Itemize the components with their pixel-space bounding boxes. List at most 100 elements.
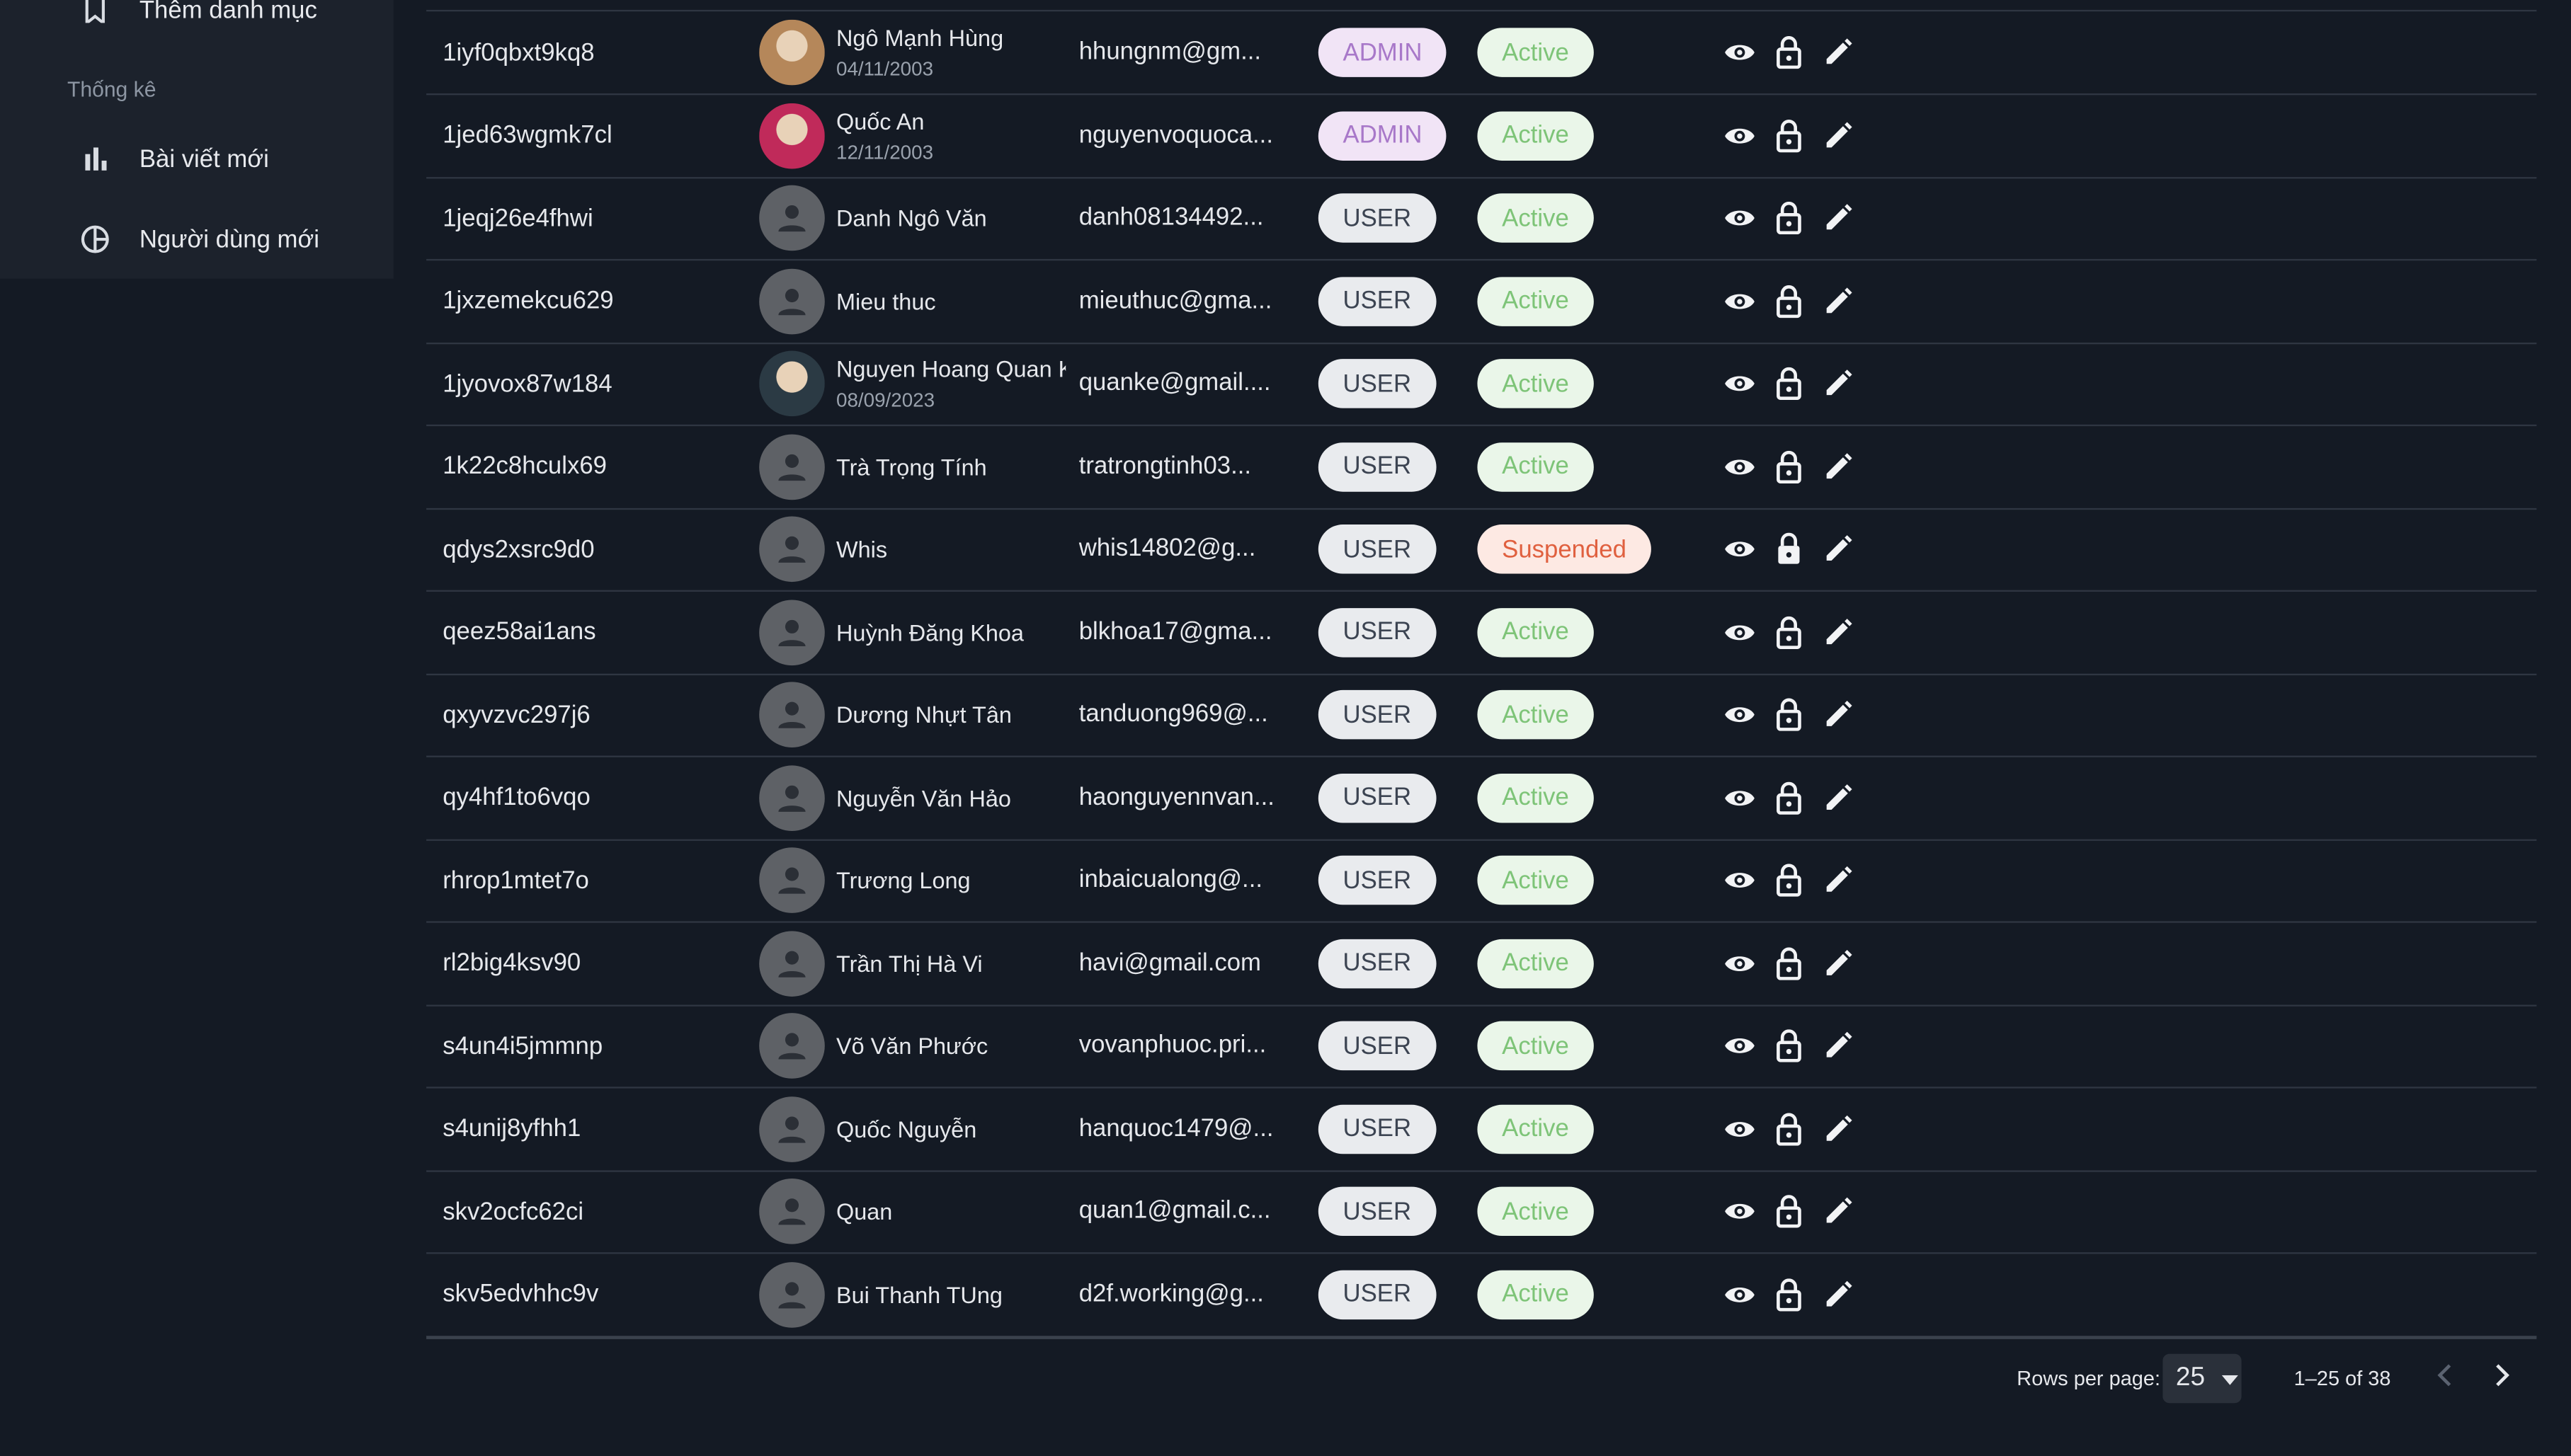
- pencil-icon: [1823, 1279, 1853, 1309]
- lock-toggle-button[interactable]: [1771, 1193, 1807, 1229]
- lock-toggle-button[interactable]: [1771, 200, 1807, 236]
- table-row[interactable]: skv5edvhhc9v Bui Thanh TUng d2f.working@…: [426, 1253, 2537, 1337]
- table-row[interactable]: 1iyf0qbxt9kq8 Ngô Mạnh Hùng 04/11/2003 h…: [426, 11, 2537, 96]
- table-row[interactable]: rl2big4ksv90 Trần Thị Hà Vi havi@gmail.c…: [426, 922, 2537, 1006]
- lock-toggle-button[interactable]: [1771, 779, 1807, 815]
- edit-button[interactable]: [1820, 117, 1856, 154]
- app-root: Thêm danh mục Thống kê Bài viết mới Ngườ…: [0, 0, 2571, 1455]
- view-button[interactable]: [1721, 448, 1757, 484]
- table-row[interactable]: 1k22c8hculx69 Trà Trọng Tính tratrongtin…: [426, 425, 2537, 510]
- lock-toggle-button[interactable]: [1771, 614, 1807, 650]
- view-button[interactable]: [1721, 1276, 1757, 1312]
- table-row[interactable]: qxyvzvc297j6 Dương Nhựt Tân tanduong969@…: [426, 674, 2537, 757]
- lock-toggle-button[interactable]: [1771, 697, 1807, 733]
- lock-toggle-button[interactable]: [1771, 282, 1807, 319]
- view-button[interactable]: [1721, 1193, 1757, 1229]
- lock-toggle-button[interactable]: [1771, 1028, 1807, 1064]
- lock-toggle-button[interactable]: [1771, 365, 1807, 401]
- view-button[interactable]: [1721, 862, 1757, 898]
- lock-toggle-button[interactable]: [1771, 1276, 1807, 1312]
- bar-chart-icon: [79, 142, 111, 175]
- next-page-button[interactable]: [2484, 1360, 2520, 1397]
- table-row[interactable]: 1jyovox87w184 Nguyen Hoang Quan Ke 08/09…: [426, 343, 2537, 427]
- lock-toggle-button[interactable]: [1771, 945, 1807, 981]
- edit-button[interactable]: [1820, 365, 1856, 401]
- user-name: Nguyen Hoang Quan Ke: [836, 355, 1066, 382]
- edit-button[interactable]: [1820, 697, 1856, 733]
- avatar-cell: [759, 757, 825, 839]
- previous-page-button[interactable]: [2427, 1360, 2463, 1397]
- avatar-cell: [759, 11, 825, 93]
- rows-per-page-select[interactable]: 25: [2162, 1353, 2242, 1404]
- sidebar: Thêm danh mục Thống kê Bài viết mới Ngườ…: [0, 0, 394, 279]
- lock-toggle-button[interactable]: [1771, 117, 1807, 154]
- table-row[interactable]: 1jeqj26e4fhwi Danh Ngô Văn danh08134492.…: [426, 177, 2537, 261]
- edit-button[interactable]: [1820, 531, 1856, 567]
- user-name-cell: Quan: [836, 1170, 1066, 1252]
- user-photo: [759, 19, 825, 86]
- pencil-icon: [1823, 38, 1853, 67]
- view-button[interactable]: [1721, 282, 1757, 319]
- lock-toggle-button[interactable]: [1771, 448, 1807, 484]
- status-cell: Active: [1477, 260, 1594, 342]
- table-row[interactable]: s4unij8yfhh1 Quốc Nguyễn hanquoc1479@...…: [426, 1087, 2537, 1171]
- lock-toggle-button[interactable]: [1771, 1111, 1807, 1147]
- table-row[interactable]: 1jxzemekcu629 Mieu thuc mieuthuc@gma... …: [426, 260, 2537, 344]
- lock-open-icon: [1776, 615, 1802, 648]
- lock-toggle-button[interactable]: [1771, 531, 1807, 567]
- user-id: qdys2xsrc9d0: [443, 535, 595, 563]
- edit-button[interactable]: [1820, 1193, 1856, 1229]
- edit-button[interactable]: [1820, 282, 1856, 319]
- eye-icon: [1723, 207, 1756, 229]
- lock-toggle-button[interactable]: [1771, 35, 1807, 71]
- table-row[interactable]: qdys2xsrc9d0 Whis whis14802@g... USER Su…: [426, 508, 2537, 592]
- avatar-cell: [759, 343, 825, 425]
- status-cell: Active: [1477, 343, 1594, 425]
- sidebar-item-new-users[interactable]: Người dùng mới: [0, 207, 394, 273]
- edit-button[interactable]: [1820, 1028, 1856, 1064]
- eye-icon: [1723, 290, 1756, 312]
- view-button[interactable]: [1721, 1111, 1757, 1147]
- view-button[interactable]: [1721, 945, 1757, 981]
- user-name: Võ Văn Phước: [836, 1032, 988, 1059]
- avatar-cell: [759, 1170, 825, 1252]
- sidebar-item-add-category[interactable]: Thêm danh mục: [0, 0, 394, 42]
- edit-button[interactable]: [1820, 945, 1856, 981]
- edit-button[interactable]: [1820, 1276, 1856, 1312]
- view-button[interactable]: [1721, 779, 1757, 815]
- edit-button[interactable]: [1820, 779, 1856, 815]
- pencil-icon: [1823, 534, 1853, 564]
- edit-button[interactable]: [1820, 1111, 1856, 1147]
- sidebar-item-new-posts[interactable]: Bài viết mới: [0, 126, 394, 192]
- view-button[interactable]: [1721, 614, 1757, 650]
- user-id: skv5edvhhc9v: [443, 1280, 599, 1308]
- edit-button[interactable]: [1820, 862, 1856, 898]
- role-cell: USER: [1318, 508, 1436, 590]
- view-button[interactable]: [1721, 697, 1757, 733]
- view-button[interactable]: [1721, 117, 1757, 154]
- table-row[interactable]: s4un4i5jmmnp Võ Văn Phước vovanphuoc.pri…: [426, 1005, 2537, 1089]
- user-id: s4unij8yfhh1: [443, 1114, 581, 1143]
- edit-button[interactable]: [1820, 614, 1856, 650]
- view-button[interactable]: [1721, 200, 1757, 236]
- role-cell: USER: [1318, 260, 1436, 342]
- user-name: Quốc An: [836, 107, 925, 134]
- view-button[interactable]: [1721, 531, 1757, 567]
- table-row[interactable]: qeez58ai1ans Huỳnh Đăng Khoa blkhoa17@gm…: [426, 591, 2537, 675]
- table-row[interactable]: rhrop1mtet7o Trương Long inbaicualong@..…: [426, 839, 2537, 923]
- view-button[interactable]: [1721, 365, 1757, 401]
- view-button[interactable]: [1721, 35, 1757, 71]
- lock-toggle-button[interactable]: [1771, 862, 1807, 898]
- edit-button[interactable]: [1820, 200, 1856, 236]
- table-row[interactable]: 1jed63wgmk7cl Quốc An 12/11/2003 nguyenv…: [426, 94, 2537, 178]
- user-name-cell: Nguyen Hoang Quan Ke 08/09/2023: [836, 343, 1066, 425]
- avatar: [759, 930, 825, 996]
- user-email: d2f.working@g...: [1078, 1279, 1264, 1307]
- table-row[interactable]: skv2ocfc62ci Quan quan1@gmail.c... USER …: [426, 1170, 2537, 1254]
- edit-button[interactable]: [1820, 35, 1856, 71]
- edit-button[interactable]: [1820, 448, 1856, 484]
- avatar: [759, 102, 825, 168]
- table-row[interactable]: qy4hf1to6vqo Nguyễn Văn Hảo haonguyennva…: [426, 757, 2537, 840]
- view-button[interactable]: [1721, 1028, 1757, 1064]
- eye-icon: [1723, 1117, 1756, 1140]
